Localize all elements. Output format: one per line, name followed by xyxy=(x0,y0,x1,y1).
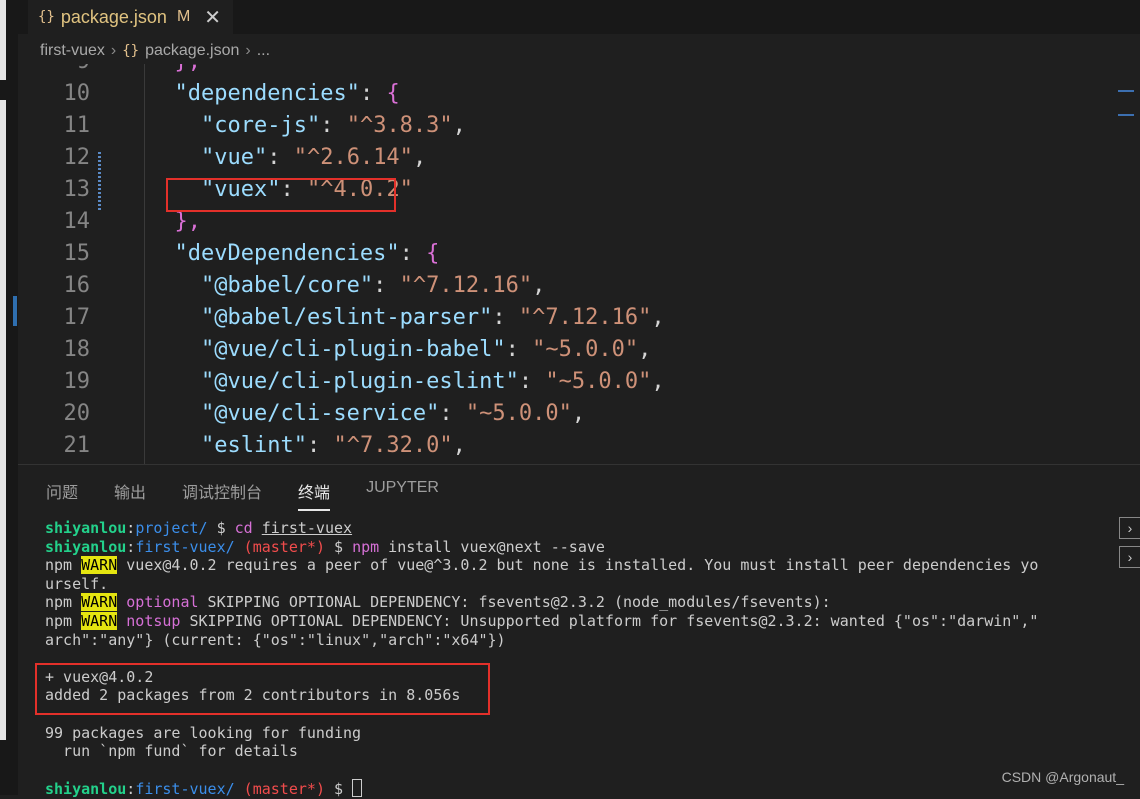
editor-tab-bar: {} package.json M ✕ xyxy=(18,0,1140,34)
tab-debug-console[interactable]: 调试控制台 xyxy=(182,479,262,511)
terminal-prompt: shiyanlou:first-vuex/ (master*) $ xyxy=(45,779,363,798)
tab-problems[interactable]: 问题 xyxy=(46,479,78,511)
code-line: 17 "@babel/eslint-parser": "^7.12.16", xyxy=(18,302,1140,334)
code-text: "@vue/cli-plugin-babel": "~5.0.0", xyxy=(200,337,652,362)
close-icon[interactable]: ✕ xyxy=(204,5,221,30)
code-text: "dependencies": { xyxy=(174,81,400,106)
line-number: 18 xyxy=(63,337,91,362)
panel-tabs: 问题 输出 调试控制台 终端 JUPYTER xyxy=(46,479,439,511)
watermark: CSDN @Argonaut_ xyxy=(1001,769,1124,785)
terminal-line: shiyanlou:first-vuex/ (master*) $ npm in… xyxy=(45,537,605,556)
line-number: 14 xyxy=(63,209,91,234)
bottom-panel: 问题 输出 调试控制台 终端 JUPYTER › › shiyanlou:pro… xyxy=(18,464,1140,798)
code-line: 11 "core-js": "^3.8.3", xyxy=(18,110,1140,142)
code-editor[interactable]: 9 },10 "dependencies": {11 "core-js": "^… xyxy=(18,64,1140,464)
activity-indicator xyxy=(13,296,17,326)
code-line: 19 "@vue/cli-plugin-eslint": "~5.0.0", xyxy=(18,366,1140,398)
install-result-highlight xyxy=(35,663,490,715)
line-number: 12 xyxy=(63,145,91,170)
tab-output[interactable]: 输出 xyxy=(114,479,146,511)
terminal-line: arch":"any"} (current: {"os":"linux","ar… xyxy=(45,630,506,649)
line-number: 13 xyxy=(63,177,91,202)
terminal-line: npm WARN optional SKIPPING OPTIONAL DEPE… xyxy=(45,593,831,612)
vuex-dependency-highlight xyxy=(166,178,396,212)
breadcrumb-file[interactable]: package.json xyxy=(145,42,239,60)
code-line: 20 "@vue/cli-service": "~5.0.0", xyxy=(18,398,1140,430)
terminal-line: npm WARN vuex@4.0.2 requires a peer of v… xyxy=(45,556,1039,575)
modified-indicator: M xyxy=(176,8,191,25)
code-text: }, xyxy=(148,64,202,78)
line-number: 15 xyxy=(63,241,91,266)
code-text: "devDependencies": { xyxy=(174,241,440,266)
code-text: "@vue/cli-plugin-eslint": "~5.0.0", xyxy=(200,369,665,394)
line-number: 17 xyxy=(63,305,91,330)
breadcrumb-more[interactable]: ... xyxy=(257,42,270,60)
code-text: "vue": "^2.6.14", xyxy=(200,145,427,170)
terminal-line: 99 packages are looking for funding xyxy=(45,723,362,742)
terminal-line: npm WARN notsup SKIPPING OPTIONAL DEPEND… xyxy=(45,611,1039,630)
code-line: 16 "@babel/core": "^7.12.16", xyxy=(18,270,1140,302)
breadcrumb-folder[interactable]: first-vuex xyxy=(40,42,105,60)
terminal-line: run `npm fund` for details xyxy=(45,742,298,761)
chevron-right-icon: › xyxy=(110,42,117,59)
line-number: 10 xyxy=(63,81,91,106)
code-line: 15 "devDependencies": { xyxy=(18,238,1140,270)
line-number: 9 xyxy=(18,64,90,78)
tab-package-json[interactable]: {} package.json M ✕ xyxy=(28,0,234,34)
terminal-line: shiyanlou:project/ $ cd first-vuex xyxy=(45,519,353,537)
json-file-icon: {} xyxy=(38,9,55,25)
code-text: "@vue/cli-service": "~5.0.0", xyxy=(200,401,586,426)
tab-terminal[interactable]: 终端 xyxy=(298,479,331,511)
code-text: "core-js": "^3.8.3", xyxy=(200,113,466,138)
chevron-right-icon: › xyxy=(245,42,251,59)
tab-label: package.json xyxy=(60,6,167,27)
code-text: "@babel/core": "^7.12.16", xyxy=(200,273,546,298)
terminal-output[interactable]: shiyanlou:project/ $ cd first-vuex shiya… xyxy=(45,519,1080,799)
code-text: "@babel/eslint-parser": "^7.12.16", xyxy=(200,305,665,330)
line-number: 16 xyxy=(63,273,91,298)
json-file-icon: {} xyxy=(122,43,140,59)
terminal-shell-icon[interactable]: › xyxy=(1119,517,1140,539)
code-line: 9 }, xyxy=(18,64,1140,78)
code-line: 10 "dependencies": { xyxy=(18,78,1140,110)
code-line: 21 "eslint": "^7.32.0", xyxy=(18,430,1140,462)
code-line: 18 "@vue/cli-plugin-babel": "~5.0.0", xyxy=(18,334,1140,366)
line-number: 21 xyxy=(63,433,91,458)
tab-jupyter[interactable]: JUPYTER xyxy=(366,479,439,511)
terminal-line: urself. xyxy=(45,574,109,593)
breadcrumb: first-vuex › {} package.json › ... xyxy=(40,38,270,64)
line-number: 20 xyxy=(63,401,91,426)
terminal-shell-icon[interactable]: › xyxy=(1119,546,1140,568)
window-left-edge xyxy=(0,0,18,795)
line-number: 11 xyxy=(63,113,91,138)
code-text: "eslint": "^7.32.0", xyxy=(200,433,466,458)
line-number: 19 xyxy=(63,369,91,394)
code-line: 12 "vue": "^2.6.14", xyxy=(18,142,1140,174)
